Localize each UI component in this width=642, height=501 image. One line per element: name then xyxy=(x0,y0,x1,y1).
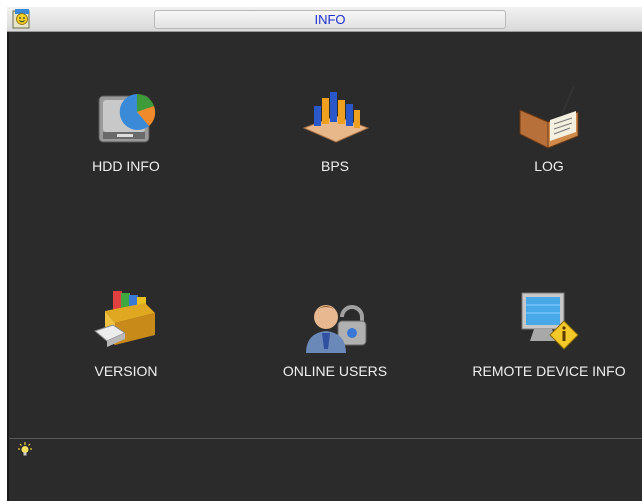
remote-device-info-label: REMOTE DEVICE INFO xyxy=(472,363,626,379)
version-button[interactable]: VERSION xyxy=(36,287,216,379)
bps-button[interactable]: BPS xyxy=(245,82,425,174)
hdd-info-button[interactable]: HDD INFO xyxy=(36,82,216,174)
status-divider xyxy=(9,438,642,439)
log-button[interactable]: LOG xyxy=(459,82,639,174)
title-bar: INFO xyxy=(7,7,642,32)
app-smiley-icon xyxy=(12,9,30,29)
online-users-label: ONLINE USERS xyxy=(282,363,388,379)
log-book-icon xyxy=(519,85,579,149)
info-content: HDD INFO BPS LOG VERSION ONLINE USERS RE… xyxy=(7,32,642,501)
online-users-icon xyxy=(306,305,367,353)
window-title: INFO xyxy=(154,10,506,29)
online-users-button[interactable]: ONLINE USERS xyxy=(245,287,425,379)
remote-device-info-button[interactable]: REMOTE DEVICE INFO xyxy=(459,287,639,379)
lightbulb-icon xyxy=(18,442,32,456)
hdd-info-label: HDD INFO xyxy=(92,158,160,174)
info-window: INFO HDD INFO BPS LOG VERSION ONLINE USE… xyxy=(7,7,642,501)
remote-device-icon xyxy=(521,292,579,350)
bps-chart-icon xyxy=(302,92,370,143)
log-label: LOG xyxy=(534,158,564,174)
version-box-icon xyxy=(93,291,155,347)
version-label: VERSION xyxy=(94,363,158,379)
hdd-info-icon xyxy=(98,93,156,143)
bps-label: BPS xyxy=(320,158,349,174)
